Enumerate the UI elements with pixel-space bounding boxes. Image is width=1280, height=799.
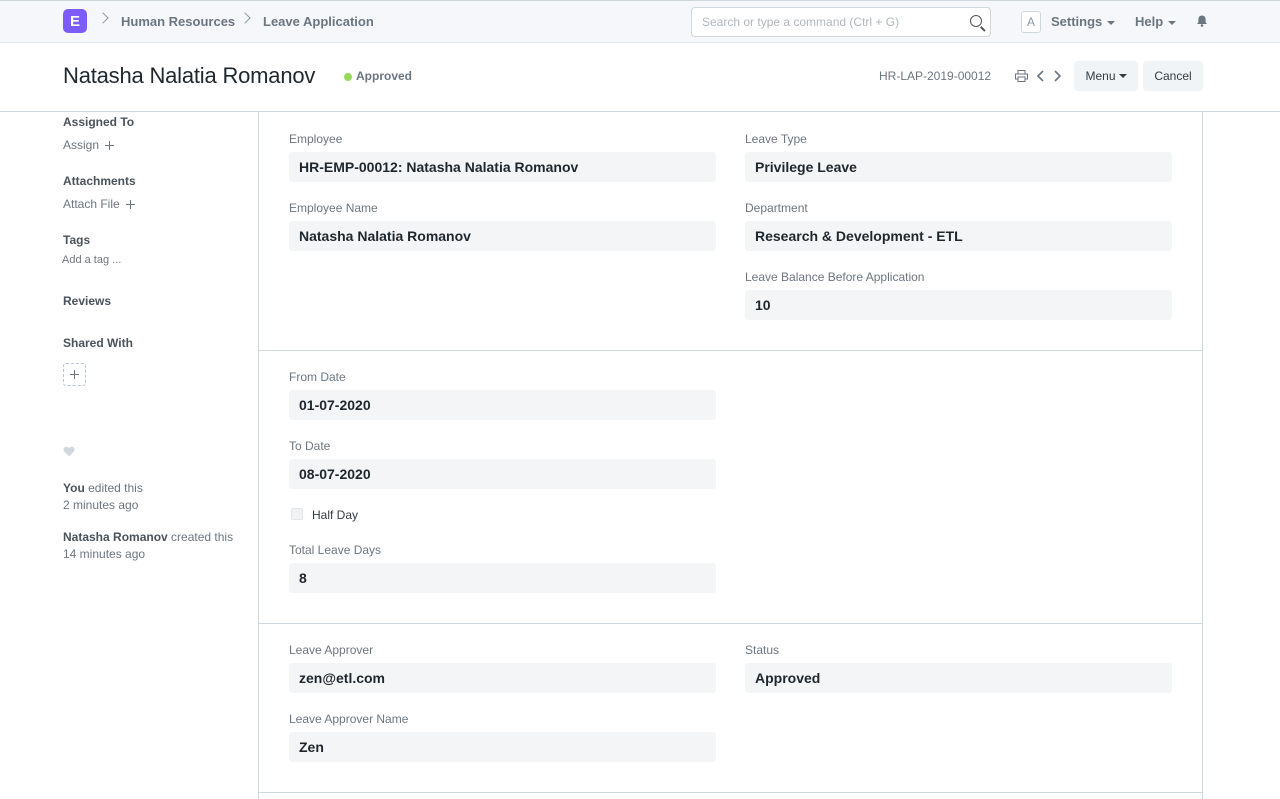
leave-type-label: Leave Type bbox=[745, 132, 807, 146]
add-tag-input[interactable]: Add a tag ... bbox=[62, 254, 121, 266]
employee-label: Employee bbox=[289, 132, 343, 146]
to-date-field[interactable]: 08-07-2020 bbox=[289, 459, 716, 489]
activity-action: edited this bbox=[88, 481, 143, 495]
department-field[interactable]: Research & Development - ETL bbox=[745, 221, 1172, 251]
half-day-label[interactable]: Half Day bbox=[312, 508, 358, 522]
section-divider bbox=[259, 623, 1202, 624]
page-title: Natasha Nalatia Romanov bbox=[63, 63, 316, 88]
caret-down-icon bbox=[1107, 20, 1116, 25]
leave-approver-field[interactable]: zen@etl.com bbox=[289, 663, 716, 693]
leave-type-field[interactable]: Privilege Leave bbox=[745, 152, 1172, 182]
to-date-label: To Date bbox=[289, 439, 331, 453]
section-divider bbox=[259, 350, 1202, 351]
plus-icon bbox=[105, 141, 115, 151]
breadcrumb-leave-application[interactable]: Leave Application bbox=[263, 14, 374, 29]
activity-time: 2 minutes ago bbox=[63, 498, 139, 512]
leave-balance-label: Leave Balance Before Application bbox=[745, 270, 925, 284]
leave-balance-field[interactable]: 10 bbox=[745, 290, 1172, 320]
activity-user[interactable]: Natasha Romanov bbox=[63, 530, 168, 544]
total-leave-days-field[interactable]: 8 bbox=[289, 563, 716, 593]
search-icon[interactable] bbox=[970, 15, 982, 27]
status-field[interactable]: Approved bbox=[745, 663, 1172, 693]
status-indicator-dot bbox=[344, 73, 352, 81]
from-date-label: From Date bbox=[289, 370, 346, 384]
leave-approver-name-field[interactable]: Zen bbox=[289, 732, 716, 762]
shared-with-heading: Shared With bbox=[63, 336, 133, 350]
activity-item: Natasha Romanov created this 14 minutes … bbox=[63, 529, 233, 563]
menu-label: Menu bbox=[1085, 69, 1116, 83]
assigned-to-heading: Assigned To bbox=[63, 115, 135, 129]
heart-icon[interactable] bbox=[63, 446, 75, 457]
total-leave-days-label: Total Leave Days bbox=[289, 543, 382, 557]
employee-name-field[interactable]: Natasha Nalatia Romanov bbox=[289, 221, 716, 251]
attach-file-label: Attach File bbox=[63, 197, 120, 211]
help-label: Help bbox=[1135, 14, 1164, 29]
document-id: HR-LAP-2019-00012 bbox=[879, 69, 992, 83]
plus-icon bbox=[125, 200, 135, 210]
avatar[interactable]: A bbox=[1021, 11, 1041, 33]
status-badge: Approved bbox=[356, 69, 413, 83]
employee-field[interactable]: HR-EMP-00012: Natasha Nalatia Romanov bbox=[289, 152, 716, 182]
status-label: Status bbox=[745, 643, 780, 657]
reviews-heading: Reviews bbox=[63, 294, 112, 308]
caret-down-icon bbox=[1168, 20, 1177, 25]
activity-time: 14 minutes ago bbox=[63, 547, 146, 561]
from-date-field[interactable]: 01-07-2020 bbox=[289, 390, 716, 420]
employee-name-label: Employee Name bbox=[289, 201, 378, 215]
activity-user[interactable]: You bbox=[63, 481, 85, 495]
half-day-checkbox[interactable] bbox=[291, 508, 303, 520]
plus-icon bbox=[70, 370, 79, 379]
bell-icon[interactable] bbox=[1196, 15, 1208, 27]
page-head: Natasha Nalatia Romanov Approved HR-LAP-… bbox=[0, 43, 1280, 112]
form-body: Employee HR-EMP-00012: Natasha Nalatia R… bbox=[258, 112, 1203, 799]
chevron-left-icon[interactable] bbox=[1036, 70, 1045, 82]
chevron-right-icon[interactable] bbox=[1053, 70, 1062, 82]
menu-button[interactable]: Menu bbox=[1074, 61, 1138, 91]
cancel-button[interactable]: Cancel bbox=[1143, 61, 1203, 91]
search-bar bbox=[691, 7, 991, 37]
section-divider bbox=[259, 792, 1202, 793]
help-dropdown[interactable]: Help bbox=[1135, 14, 1177, 29]
attach-file-link[interactable]: Attach File bbox=[63, 197, 135, 211]
navbar: E Human Resources Leave Application A Se… bbox=[0, 0, 1280, 43]
print-icon[interactable] bbox=[1015, 70, 1028, 82]
activity-action: created this bbox=[171, 530, 234, 544]
department-label: Department bbox=[745, 201, 808, 215]
breadcrumb-human-resources[interactable]: Human Resources bbox=[121, 14, 235, 29]
search-input[interactable] bbox=[692, 8, 952, 36]
chevron-right-icon bbox=[97, 12, 109, 24]
settings-dropdown[interactable]: Settings bbox=[1051, 14, 1116, 29]
assign-link[interactable]: Assign bbox=[63, 138, 115, 152]
chevron-right-icon bbox=[239, 12, 251, 24]
activity-item: You edited this 2 minutes ago bbox=[63, 480, 143, 514]
caret-down-icon bbox=[1118, 74, 1127, 78]
attachments-heading: Attachments bbox=[63, 174, 136, 188]
tags-heading: Tags bbox=[63, 233, 91, 247]
settings-label: Settings bbox=[1051, 14, 1103, 29]
leave-approver-name-label: Leave Approver Name bbox=[289, 712, 409, 726]
assign-label: Assign bbox=[63, 138, 100, 152]
app-logo[interactable]: E bbox=[63, 9, 87, 33]
leave-approver-label: Leave Approver bbox=[289, 643, 374, 657]
add-share-button[interactable] bbox=[63, 363, 86, 386]
